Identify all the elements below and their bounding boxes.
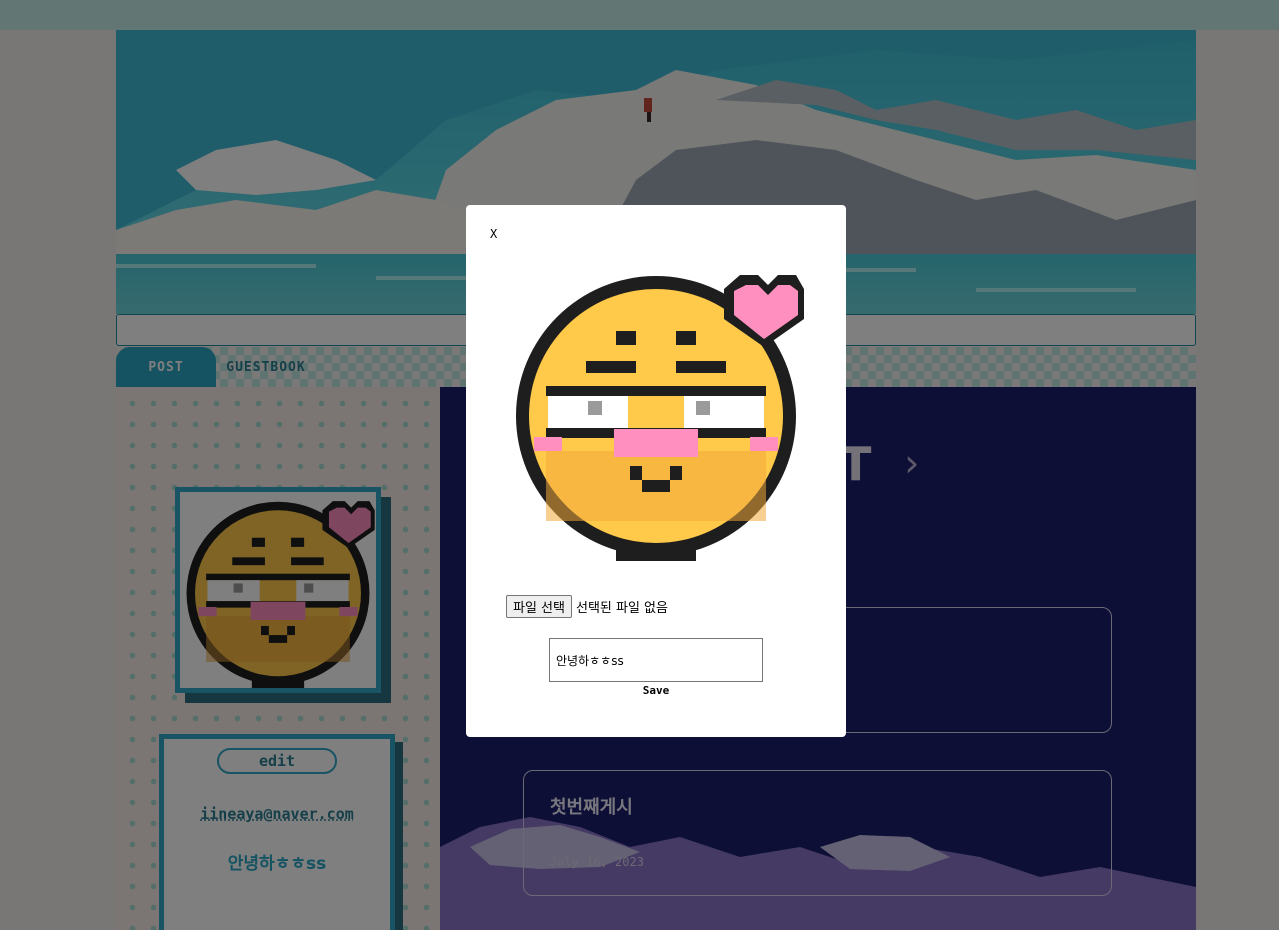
avatar-preview-icon [516,275,804,561]
edit-profile-modal: X 파일 선택 선택된 파일 없음 Save [466,205,846,737]
modal-overlay[interactable]: X 파일 선택 선택된 파일 없음 Save [0,0,1279,930]
close-button[interactable]: X [490,227,497,241]
bio-input[interactable] [549,638,763,682]
save-button[interactable]: Save [466,684,846,697]
file-choose-button[interactable]: 파일 선택 [506,595,572,618]
file-status: 선택된 파일 없음 [575,601,668,616]
file-upload-row: 파일 선택 선택된 파일 없음 [506,595,668,618]
